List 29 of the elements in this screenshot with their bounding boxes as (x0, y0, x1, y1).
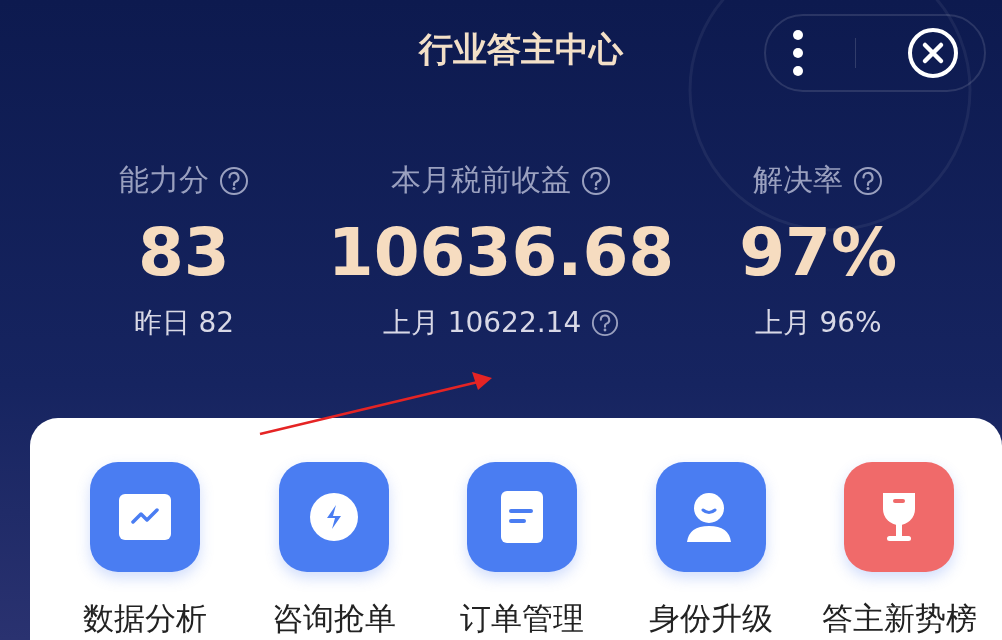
shortcut-label: 答主新势榜 (821, 599, 977, 638)
previous-value: 昨日 82 (133, 304, 235, 341)
help-icon[interactable] (853, 165, 884, 196)
stat-value: 83 (137, 217, 230, 290)
stat-value: 10636.68 (327, 217, 675, 290)
stat-label: 解决率 (753, 161, 844, 199)
help-icon[interactable] (591, 308, 620, 337)
document-icon (499, 489, 545, 545)
shortcut-tile[interactable] (278, 462, 389, 572)
chart-icon (117, 492, 173, 542)
shortcut-label: 订单管理 (460, 599, 584, 638)
close-icon[interactable] (906, 27, 959, 79)
help-icon[interactable] (218, 165, 249, 196)
more-icon[interactable] (791, 29, 804, 77)
stat-label: 能力分 (118, 161, 209, 199)
stat-value: 97% (739, 217, 898, 290)
shortcut-label: 身份升级 (648, 599, 773, 638)
stat-label: 本月税前收益 (391, 161, 571, 199)
shortcut-label: 咨询抢单 (271, 599, 396, 638)
shortcut-label: 数据分析 (83, 599, 207, 638)
help-icon[interactable] (581, 165, 611, 196)
shortcut-tile[interactable] (467, 462, 577, 572)
shortcut-tile[interactable] (655, 462, 766, 572)
page-title: 行业答主中心 (419, 28, 623, 71)
previous-value: 上月 96% (754, 304, 882, 341)
previous-value: 上月 10622.14 (382, 304, 582, 341)
bolt-icon (307, 491, 360, 543)
shortcut-tile[interactable] (844, 462, 954, 572)
shortcut-tile[interactable] (90, 462, 200, 572)
